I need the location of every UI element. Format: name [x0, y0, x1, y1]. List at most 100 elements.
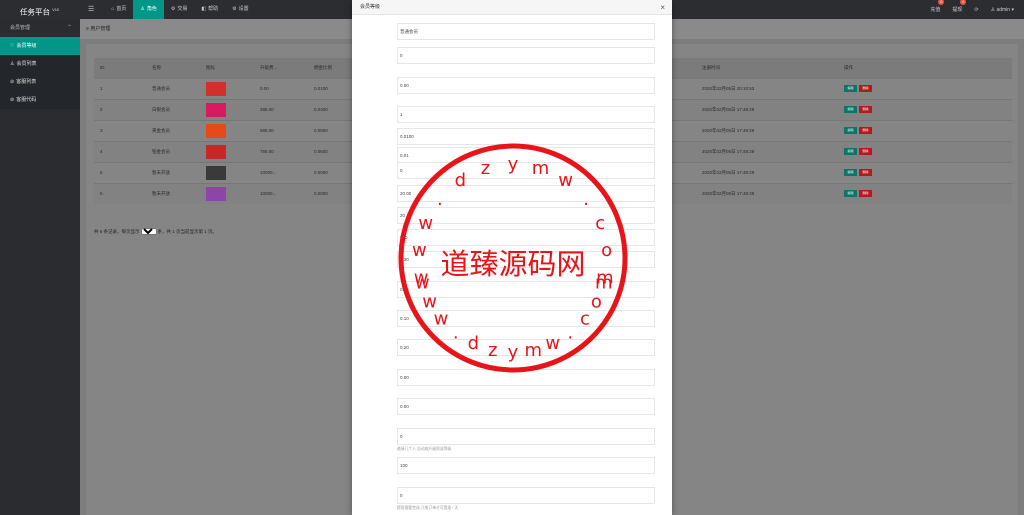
level-form: 等级名称普通会员会员等级(数值 越大越高) *0升级条件（累 计充值） *0.0…	[352, 15, 672, 515]
delete-button[interactable]: 删除	[859, 148, 872, 155]
level-input[interactable]: 0	[397, 47, 655, 64]
user-icon: ♙	[10, 61, 15, 67]
sidebar-item-member-list[interactable]: ♙ 会员列表	[0, 55, 80, 73]
pager-prefix: 共 6 条记录，每页显示	[94, 228, 140, 234]
cell-id: 5	[94, 161, 146, 183]
cell-icon	[200, 182, 254, 204]
chevron-up-icon: ⌃	[66, 25, 72, 31]
cell-time: 2020年02月05日 17:48:29	[696, 182, 838, 204]
cell-time: 2020年02月05日 20:10:53	[696, 77, 838, 99]
pager-suffix: 条，共 1 页当前显示第 1 页。	[157, 228, 218, 234]
cell-name: 铂金会员	[146, 140, 200, 162]
delete-button[interactable]: 删除	[859, 85, 872, 92]
column-header[interactable]: 升级费...	[254, 58, 308, 78]
upgrade-input[interactable]: 0.00	[397, 77, 655, 94]
sidebar-item-label: 客服列表	[16, 79, 37, 85]
cell-name: 黄金会员	[146, 119, 200, 141]
dialog-title: 会员等级	[360, 4, 381, 10]
delete-button[interactable]: 删除	[859, 169, 872, 176]
task1-input[interactable]: 0.30	[397, 251, 655, 268]
list-icon: ≡	[86, 26, 89, 32]
app-title: 任务平台	[20, 7, 50, 17]
name-input[interactable]: 普通会员	[397, 23, 655, 40]
close-icon[interactable]: ×	[660, 0, 665, 15]
sidebar-group-member[interactable]: 会员管理 ⌃	[0, 19, 80, 37]
max-withdraw-input[interactable]: 20	[397, 207, 655, 224]
sidebar-item-label: 客服代码	[16, 97, 37, 103]
cell-price: 10000...	[254, 161, 308, 183]
level-icon-image	[206, 123, 226, 138]
edit-button[interactable]: 编辑	[844, 190, 857, 198]
edit-button[interactable]: 编辑	[844, 127, 857, 134]
cell-actions: 编辑 删除	[838, 161, 1012, 183]
gear-icon: ⚙	[232, 6, 237, 12]
nav-item-settings[interactable]: ⚙ 设置	[225, 0, 256, 19]
upg1-input[interactable]: 0.20	[397, 339, 655, 356]
commission-input[interactable]: 0.0100	[397, 128, 655, 145]
top-nav: ☰ ⌂ 首页 ♙ 角色 ⚙ 交易 ◧ 帮助 ⚙ 设置	[80, 0, 256, 19]
cell-id: 3	[94, 119, 146, 141]
refresh-icon: ⟳	[974, 6, 979, 13]
min-withdraw-input[interactable]: 20.00	[397, 185, 655, 202]
refresh-button[interactable]: ⟳	[974, 7, 978, 13]
min-orders-input[interactable]: 0	[397, 487, 655, 504]
app-logo[interactable]: 任务平台 V10	[0, 0, 80, 19]
edit-button[interactable]: 编辑	[844, 148, 857, 155]
cell-actions: 编辑 删除	[838, 140, 1012, 162]
cell-time: 2020年02月05日 17:48:29	[696, 161, 838, 183]
column-header[interactable]: 名称	[146, 58, 200, 78]
sidebar-item-service-list[interactable]: ⊘ 客服列表	[0, 73, 80, 91]
sidebar-item-member-level[interactable]: ♡ 会员等级	[0, 37, 80, 55]
withdraw-times-input[interactable]: 0	[397, 162, 655, 179]
cell-id: 1	[94, 77, 146, 99]
column-header[interactable]: ID	[94, 58, 146, 78]
link-icon: ⊘	[10, 79, 15, 85]
nav-item-trade[interactable]: ⚙ 交易	[164, 0, 195, 19]
column-header[interactable]: 注册时间	[696, 58, 838, 78]
column-header[interactable]: 图标	[200, 58, 254, 78]
cell-name: 普通会员	[146, 77, 200, 99]
menu-toggle-button[interactable]: ☰	[80, 0, 104, 19]
recharge-notice[interactable]: 充值 0	[930, 0, 945, 13]
nav-item-help[interactable]: ◧ 帮助	[194, 0, 225, 19]
edit-button[interactable]: 编辑	[844, 169, 857, 176]
user-icon: ♙	[140, 6, 145, 12]
cell-actions: 编辑 删除	[838, 182, 1012, 204]
sidebar-item-service-code[interactable]: ⊘ 客服代码	[0, 91, 80, 109]
fee-input[interactable]: 500	[397, 229, 655, 246]
delete-button[interactable]: 删除	[859, 106, 872, 113]
upg3-input[interactable]: 0.00	[397, 398, 655, 415]
cell-actions: 编辑 删除	[838, 77, 1012, 99]
page-size-select[interactable]: 20	[140, 228, 157, 235]
edit-button[interactable]: 编辑	[844, 106, 857, 113]
cell-icon	[200, 161, 254, 183]
nav-item-home[interactable]: ⌂ 首页	[104, 0, 133, 19]
trade-icon: ⚙	[170, 6, 176, 12]
task-count-input[interactable]: 100	[397, 457, 655, 474]
field-hint: 邀请几个人 自动成升级到该等级	[397, 447, 452, 451]
upg2-input[interactable]: 0.00	[397, 369, 655, 386]
edit-button[interactable]: 编辑	[844, 85, 857, 92]
nav-label: 首页	[116, 6, 127, 12]
sidebar-group-label: 会员管理	[10, 25, 31, 31]
menu-icon: ☰	[88, 6, 95, 13]
task3-input[interactable]: 0.10	[397, 310, 655, 327]
heart-icon: ♡	[10, 43, 15, 49]
user-menu[interactable]: ♙ admin ▾	[991, 7, 1014, 13]
cell-name: 白银会员	[146, 98, 200, 120]
auto-upgrade-input[interactable]: 0	[397, 428, 655, 445]
cell-icon	[200, 77, 254, 99]
level-icon-image	[206, 144, 226, 159]
cell-name: 暂未开放	[146, 161, 200, 183]
withdraw-notice[interactable]: 提现 0	[952, 0, 967, 13]
header-tools: 充值 0 提现 0 ⟳ ♙ admin ▾	[930, 0, 1014, 19]
withdraw-label: 提现	[952, 7, 963, 13]
sort-input[interactable]: 1	[397, 106, 655, 123]
cell-id: 6	[94, 182, 146, 204]
delete-button[interactable]: 删除	[859, 127, 872, 134]
task2-input[interactable]: 0.20	[397, 281, 655, 298]
sidebar-item-label: 会员列表	[16, 61, 37, 67]
delete-button[interactable]: 删除	[859, 190, 872, 198]
nav-item-role[interactable]: ♙ 角色	[133, 0, 164, 19]
app-version: V10	[52, 7, 60, 12]
